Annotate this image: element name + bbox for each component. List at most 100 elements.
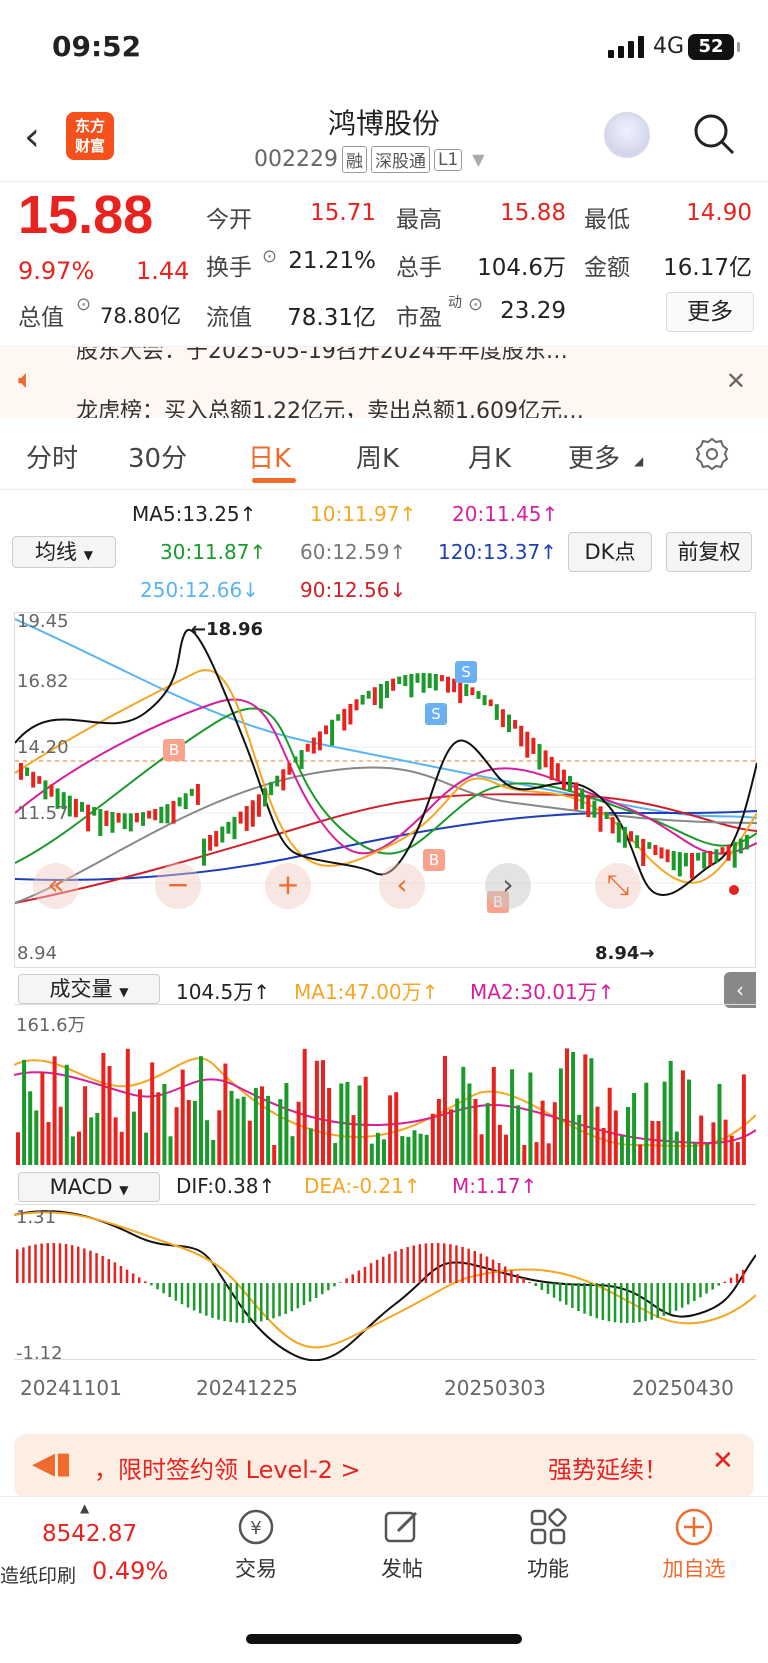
add-watchlist-button[interactable]: 加自选 <box>634 1507 754 1583</box>
close-icon[interactable]: ✕ <box>712 1446 734 1476</box>
macd-bar <box>156 1283 159 1290</box>
tab-daily[interactable]: 日K <box>248 438 291 475</box>
volume-bar <box>546 1143 551 1165</box>
macd-bar <box>674 1283 678 1311</box>
promo-right-text: 强势延续！ <box>548 1456 668 1484</box>
open-value: 15.71 <box>310 200 376 226</box>
info-icon[interactable]: ⊙ <box>76 294 91 315</box>
candle <box>378 683 383 709</box>
macd-bar <box>180 1283 184 1305</box>
dk-point-button[interactable]: DK点 <box>568 532 652 572</box>
megaphone-icon: ◀▮ <box>32 1446 72 1481</box>
macd-bar <box>83 1248 86 1283</box>
candle <box>708 850 713 866</box>
tab-timeshare[interactable]: 分时 <box>26 438 78 475</box>
macd-bar <box>345 1278 348 1283</box>
candle <box>458 681 463 703</box>
promo-banner[interactable]: ◀▮ ，限时签约领 Level-2 > 强势延续！ ✕ <box>14 1434 754 1498</box>
sell-signal-icon[interactable]: S <box>455 661 477 683</box>
candle <box>43 780 48 800</box>
tab-more[interactable]: 更多 <box>568 438 620 475</box>
volume-bar <box>40 1071 45 1165</box>
volume-bar <box>558 1068 563 1165</box>
grid-icon <box>530 1508 567 1545</box>
volume-bar <box>247 1120 252 1165</box>
gear-icon[interactable] <box>694 436 730 472</box>
macd-bar <box>278 1283 281 1317</box>
ma-selector[interactable]: 均线 ▼ <box>12 536 116 568</box>
volume-bar <box>674 1131 679 1165</box>
sell-signal-icon[interactable]: S <box>425 703 447 725</box>
candle <box>275 775 280 787</box>
kline-chart[interactable]: 19.45 16.82 14.20 11.57 8.94 ←18.96 8.94… <box>14 611 758 968</box>
buy-signal-icon[interactable]: B <box>423 849 445 871</box>
tab-monthly[interactable]: 月K <box>468 438 511 475</box>
candle <box>110 812 115 833</box>
candle <box>281 769 286 791</box>
date-label-3: 20250303 <box>444 1376 546 1400</box>
assistant-avatar[interactable] <box>604 112 650 158</box>
macd-bar <box>321 1283 324 1295</box>
volume-bar <box>144 1132 149 1165</box>
macd-bar <box>607 1283 611 1322</box>
index-name[interactable]: 造纸印刷 <box>0 1561 76 1588</box>
volume-bar <box>125 1048 130 1165</box>
prev-button[interactable]: ‹ <box>379 863 425 909</box>
collapse-panel-button[interactable]: ‹ <box>724 972 756 1008</box>
volume-bar <box>314 1060 319 1165</box>
macd-bar <box>723 1281 727 1283</box>
expand-button[interactable]: ⤡ <box>595 863 641 909</box>
candle <box>598 806 603 832</box>
volume-bar <box>235 1098 240 1165</box>
macd-chart[interactable]: 1.31 -1.12 <box>13 1204 757 1364</box>
adjust-button[interactable]: 前复权 <box>666 532 752 572</box>
index-value[interactable]: 8542.87 <box>42 1521 137 1547</box>
float-label: 流值 <box>206 305 252 331</box>
macd-bar <box>741 1269 745 1283</box>
macd-selector[interactable]: MACD ▼ <box>18 1172 160 1202</box>
close-icon[interactable]: ✕ <box>726 367 746 395</box>
candle <box>519 725 524 747</box>
y-label-2: 16.82 <box>17 671 69 692</box>
macd-bar <box>150 1283 153 1286</box>
zoom-in-button[interactable]: + <box>265 863 311 909</box>
post-button[interactable]: 发帖 <box>342 1507 462 1583</box>
macd-bar <box>235 1283 239 1323</box>
stock-code-row[interactable]: 002229 融 深股通 L1 ▼ <box>254 146 485 173</box>
tab-weekly[interactable]: 周K <box>356 438 399 475</box>
more-button[interactable]: 更多 <box>666 292 754 332</box>
candle <box>354 699 359 711</box>
volume-bar <box>717 1083 722 1165</box>
volume-bar <box>382 1139 386 1165</box>
next-button[interactable]: › <box>485 863 531 909</box>
macd-bar <box>571 1283 574 1309</box>
tab-30min[interactable]: 30分 <box>128 438 187 475</box>
fast-back-button[interactable]: « <box>33 863 79 909</box>
candle <box>263 788 267 807</box>
volume-chart[interactable]: 161.6万 <box>13 1004 757 1166</box>
volume-bar <box>497 1124 502 1165</box>
zoom-out-button[interactable]: − <box>155 863 201 909</box>
features-button[interactable]: 功能 <box>488 1507 608 1583</box>
macd-bar <box>308 1283 312 1302</box>
trade-button[interactable]: ¥ 交易 <box>196 1507 316 1583</box>
macd-bar <box>253 1283 257 1323</box>
volume-bar <box>339 1083 344 1165</box>
candle <box>104 810 109 826</box>
battery-icon: 52 <box>688 34 740 60</box>
macd-bar <box>40 1243 43 1283</box>
macd-bar <box>314 1283 318 1298</box>
volume-selector[interactable]: 成交量 ▼ <box>18 974 160 1004</box>
pe-value: 23.29 <box>500 298 566 324</box>
volume-bar <box>302 1048 307 1165</box>
post-label: 发帖 <box>381 1557 423 1581</box>
notice-banner[interactable]: 🔈︎ 股东大会：于2025-05-19召开2024年年度股东… 龙虎榜：买入总额… <box>0 346 768 418</box>
candle <box>31 771 36 788</box>
search-icon[interactable] <box>692 112 736 156</box>
macd-bar <box>119 1265 123 1283</box>
buy-signal-icon[interactable]: B <box>163 739 185 761</box>
index-change[interactable]: 0.49% <box>92 1557 168 1585</box>
volume-bar <box>662 1081 667 1165</box>
info-icon[interactable]: ⊙ <box>262 246 277 267</box>
macd-bar <box>650 1283 653 1320</box>
